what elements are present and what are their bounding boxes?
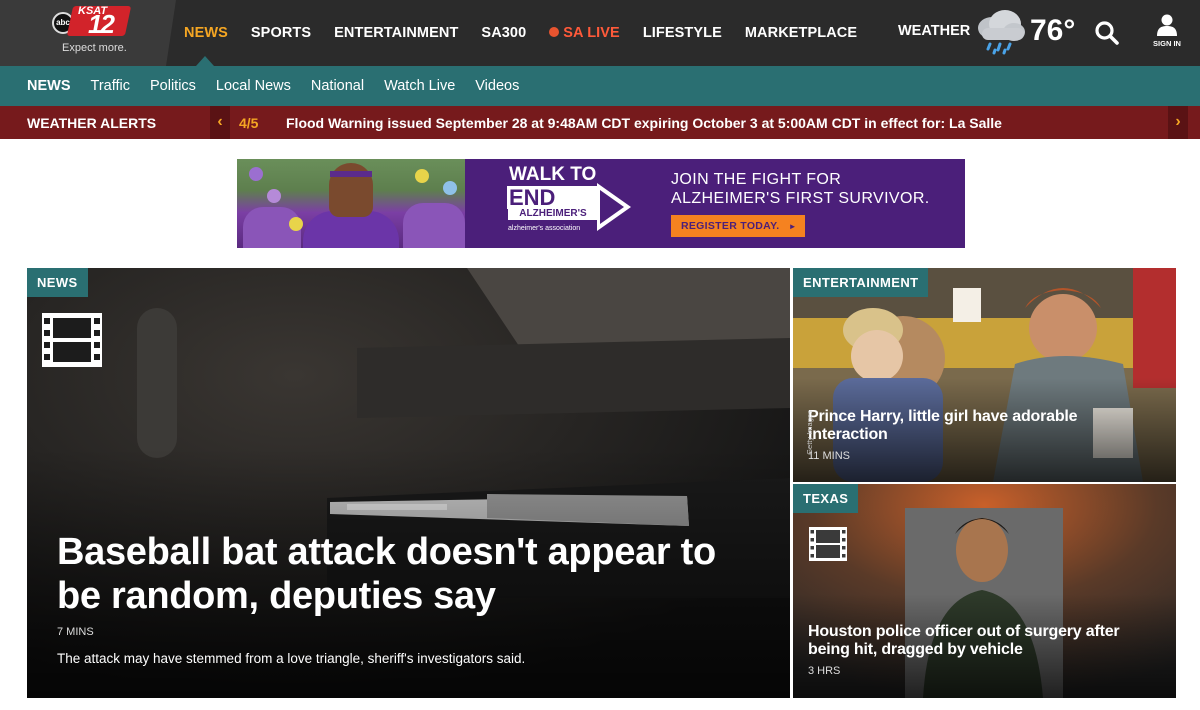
ad-crowd-right [403,203,465,248]
subnav-traffic[interactable]: Traffic [91,78,130,94]
logo-number: 12 [88,9,115,39]
texas-story-image [793,484,1176,698]
texas-story-time: 3 HRS [808,665,841,677]
ad-register-button[interactable]: REGISTER TODAY. ► [671,215,805,237]
subnav-watch-live[interactable]: Watch Live [384,78,455,94]
nav-sa-live[interactable]: SA LIVE [549,25,620,41]
subnav-videos[interactable]: Videos [475,78,519,94]
nav-marketplace[interactable]: MARKETPLACE [745,25,857,41]
nav-sa-live-label: SA LIVE [563,25,620,41]
main-nav: NEWS SPORTS ENTERTAINMENT SA300 SA LIVE … [184,0,880,66]
alert-prev-button[interactable]: ‹ [210,106,230,139]
sign-in-button[interactable]: SIGN IN [1150,14,1184,54]
live-dot-icon [549,27,560,37]
alert-message-link[interactable]: Flood Warning issued September 28 at 9:4… [286,115,1002,131]
ad-photo [237,159,465,248]
rain-cloud-icon[interactable] [972,6,1028,56]
ad-pinwheel-icon [289,217,303,231]
nav-lifestyle[interactable]: LIFESTYLE [643,25,722,41]
weather-alerts-bar: WEATHER ALERTS ‹ 4/5 Flood Warning issue… [0,106,1200,139]
main-story-tag[interactable]: NEWS [27,268,88,297]
entertainment-story-card[interactable]: ENTERTAINMENT Prince Harry, little girl … [793,268,1176,482]
ad-pinwheel-icon [443,181,457,195]
main-story-image [27,268,790,698]
main-story-headline[interactable]: Baseball bat attack doesn't appear to be… [57,530,757,618]
ad-pinwheel-icon [415,169,429,183]
texas-story-tag[interactable]: TEXAS [793,484,859,513]
film-icon [42,313,102,367]
nav-sports[interactable]: SPORTS [251,25,311,41]
main-story-summary: The attack may have stemmed from a love … [57,651,526,666]
site-logo[interactable]: abc KSAT 12 Expect more. [0,0,176,66]
ad-headline-1: JOIN THE FIGHT FOR [671,171,842,188]
ad-register-label: REGISTER TODAY. [681,220,780,232]
film-icon [809,527,847,561]
alert-counter: 4/5 [239,115,259,131]
ad-logo-end: END [507,186,597,209]
subnav-local-news[interactable]: Local News [216,78,291,94]
subnav-national[interactable]: National [311,78,364,94]
main-story-time: 7 MINS [57,626,94,638]
top-navigation-bar: abc KSAT 12 Expect more. NEWS SPORTS ENT… [0,0,1200,66]
nav-entertainment[interactable]: ENTERTAINMENT [334,25,458,41]
texas-story-headline[interactable]: Houston police officer out of surgery af… [808,623,1158,659]
weather-link[interactable]: WEATHER [898,23,970,39]
temperature[interactable]: 76° [1030,14,1075,48]
entertainment-story-headline[interactable]: Prince Harry, little girl have adorable … [808,408,1158,444]
subnav-politics[interactable]: Politics [150,78,196,94]
main-story-card[interactable]: NEWS Baseball bat attack doesn't appear … [27,268,790,698]
ad-person-headband [330,171,372,177]
logo-tagline: Expect more. [62,42,127,54]
weather-alerts-title[interactable]: WEATHER ALERTS [27,115,156,131]
ad-cta-arrow-icon: ► [788,222,797,231]
search-icon[interactable] [1094,20,1120,46]
advertisement-banner[interactable]: WALK TO END ALZHEIMER'S alzheimer's asso… [237,159,965,248]
photo-credit: Getty Images [804,410,814,455]
entertainment-story-tag[interactable]: ENTERTAINMENT [793,268,929,297]
ad-logo-association: alzheimer's association [508,225,581,232]
nav-news[interactable]: NEWS [184,25,228,41]
ad-pinwheel-icon [267,189,281,203]
ad-headline-2: ALZHEIMER'S FIRST SURVIVOR. [671,190,930,207]
texas-story-card[interactable]: TEXAS Houston police officer out of surg… [793,484,1176,698]
entertainment-story-image [793,268,1176,482]
subnav-section-news[interactable]: NEWS [27,78,71,94]
ad-pinwheel-icon [249,167,263,181]
alert-next-button[interactable]: › [1168,106,1188,139]
active-nav-caret-icon [196,56,214,66]
entertainment-story-time: 11 MINS [808,450,850,462]
ad-logo-alzheimers: ALZHEIMER'S [508,208,598,220]
ad-logo-walk: WALK TO [509,164,597,185]
user-icon [1157,14,1177,36]
nav-sa300[interactable]: SA300 [481,25,526,41]
sign-in-label: SIGN IN [1153,39,1181,48]
section-subnav: NEWS Traffic Politics Local News Nationa… [27,66,539,106]
ad-logo-arrow-inner [600,190,624,224]
section-subnav-bar: NEWS Traffic Politics Local News Nationa… [0,66,1200,106]
